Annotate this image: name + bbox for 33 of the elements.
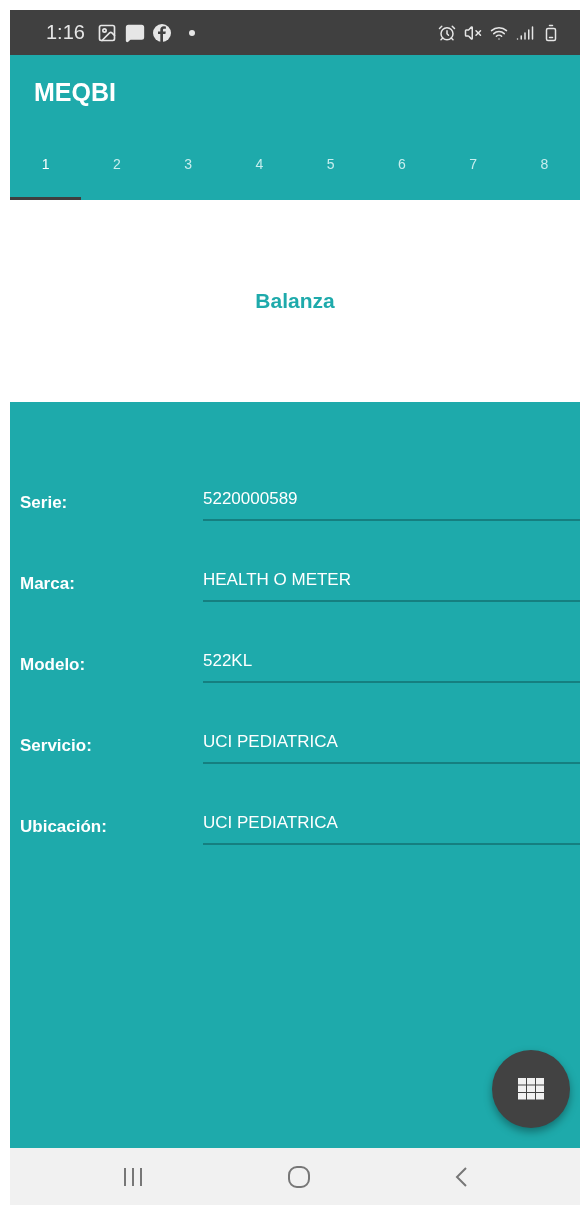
app-title: MEQBI [33,77,117,108]
keypad-button[interactable] [492,1050,570,1128]
dot-icon [188,29,195,36]
tab[interactable]: 6 [366,130,438,200]
mute-icon [464,23,482,42]
field-label: Marca: [19,574,76,595]
input-field[interactable]: 522KL [203,651,580,683]
tab[interactable]: 2 [81,130,153,200]
input-field[interactable]: HEALTH O METER [203,570,580,602]
tab[interactable]: 4 [223,130,295,200]
tab[interactable]: 8 [508,130,580,200]
signal-icon [516,23,534,42]
input-field[interactable]: UCI PEDIATRICA [203,813,580,845]
image-icon [96,22,117,43]
field-label: Ubicación: [19,817,108,838]
recents-icon[interactable] [121,1166,144,1187]
input-field[interactable]: 5220000589 [203,489,580,521]
alarm-icon [438,23,456,42]
field-label: Serie: [19,493,69,514]
message-icon [124,22,145,43]
tab[interactable]: 7 [437,130,509,200]
section-heading: Balanza [255,289,335,313]
input-field[interactable]: UCI PEDIATRICA [203,732,580,764]
home-icon[interactable] [287,1164,311,1189]
field-label: Servicio: [19,736,93,757]
field-label: Modelo: [19,655,87,676]
grid-icon [518,1078,544,1100]
app-icon [152,23,171,42]
tab[interactable]: 5 [295,130,367,200]
tab[interactable]: 1 [10,130,82,200]
tab[interactable]: 3 [152,130,224,200]
back-icon[interactable] [454,1165,469,1188]
status-time: 1:16 [46,21,85,44]
